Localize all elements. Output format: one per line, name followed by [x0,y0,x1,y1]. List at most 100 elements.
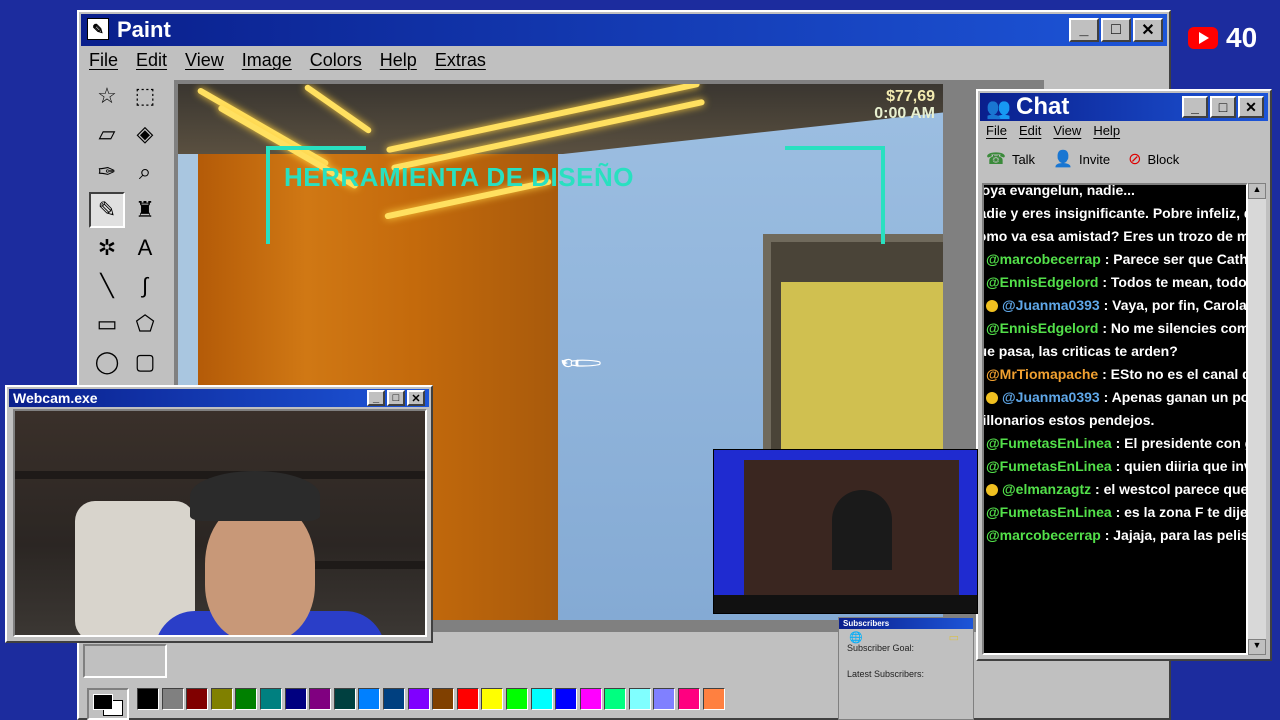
video-person [832,490,892,570]
current-colors[interactable] [87,688,129,720]
palette-swatch[interactable] [358,688,381,710]
stream-video-overlay [713,449,978,614]
scroll-up-icon[interactable]: ▲ [1248,183,1266,199]
palette-swatch[interactable] [210,688,233,710]
chat-username[interactable]: @FumetasEnLinea [986,435,1112,451]
menu-image[interactable]: Image [242,50,292,71]
palette-swatch[interactable] [702,688,725,710]
person-cap [190,471,320,521]
chat-message: @MrTiomapache : ESto no es el canal de D… [984,363,1246,386]
webcam-maximize-button[interactable]: □ [387,390,405,406]
chat-maximize-button[interactable]: □ [1210,96,1236,118]
minimize-button[interactable]: _ [1069,18,1099,42]
webcam-title: Webcam.exe [13,390,98,406]
scroll-down-icon[interactable]: ▼ [1248,639,1266,655]
palette-swatch[interactable] [481,688,504,710]
palette-swatch[interactable] [530,688,553,710]
fill-bucket-icon[interactable]: ◈ [127,116,163,152]
chat-text: como va esa amistad? Eres un trozo de mi… [984,228,1246,244]
webcam-titlebar[interactable]: Webcam.exe _ □ ✕ [9,389,429,407]
invite-button[interactable]: 👤 Invite [1053,149,1110,169]
palette-swatch[interactable] [678,688,701,710]
palette-swatch[interactable] [259,688,282,710]
palette-swatch[interactable] [555,688,578,710]
folder-icon: ▭ [948,632,959,644]
brush-icon[interactable]: ♜ [127,192,163,228]
line-icon[interactable]: ╲ [89,268,125,304]
chat-minimize-button[interactable]: _ [1182,96,1208,118]
ellipse-icon[interactable]: ◯ [89,344,125,380]
palette-swatch[interactable] [284,688,307,710]
chat-username[interactable]: @Juanma0393 [1002,297,1100,313]
message-list: ...oya evangelun, nadie... nadie y eres i… [984,185,1246,547]
chat-titlebar[interactable]: 👥 Chat _ □ ✕ [980,93,1268,121]
chat-text: : El presidente con gorra [1115,435,1246,451]
pencil-icon[interactable]: ✎ [89,192,125,228]
eyedropper-icon[interactable]: ✑ [89,154,125,190]
webcam-close-button[interactable]: ✕ [407,390,425,406]
chat-username[interactable]: @MrTiomapache [986,366,1098,382]
invite-icon: 👤 [1053,151,1073,168]
palette-swatch[interactable] [653,688,676,710]
rectangle-icon[interactable]: ▭ [89,306,125,342]
airbrush-icon[interactable]: ✲ [89,230,125,266]
palette-swatch[interactable] [161,688,184,710]
palette-swatch[interactable] [628,688,651,710]
palette-swatch[interactable] [235,688,258,710]
maximize-button[interactable]: □ [1101,18,1131,42]
chat-menu-help[interactable]: Help [1093,123,1120,138]
webcam-minimize-button[interactable]: _ [367,390,385,406]
chat-username[interactable]: @marcobecerrap [986,527,1101,543]
palette-swatch[interactable] [456,688,479,710]
eraser-icon[interactable]: ▱ [89,116,125,152]
chat-messages[interactable]: ...oya evangelun, nadie... nadie y eres i… [982,183,1248,655]
polygon-icon[interactable]: ⬠ [127,306,163,342]
talk-button[interactable]: ☎ Talk [986,149,1035,169]
chat-username[interactable]: @FumetasEnLinea [986,458,1112,474]
palette-swatch[interactable] [309,688,332,710]
menu-extras[interactable]: Extras [435,50,486,71]
palette-swatch[interactable] [186,688,209,710]
palette-swatch[interactable] [579,688,602,710]
chat-menu-edit[interactable]: Edit [1019,123,1041,138]
curve-icon[interactable]: ∫ [127,268,163,304]
rect-select-icon[interactable]: ⬚ [127,78,163,114]
chat-close-button[interactable]: ✕ [1238,96,1264,118]
member-badge-icon [986,300,998,313]
chat-scrollbar[interactable]: ▲ ▼ [1248,183,1266,655]
close-button[interactable]: ✕ [1133,18,1163,42]
palette-swatch[interactable] [432,688,455,710]
text-icon[interactable]: A [127,230,163,266]
paint-titlebar[interactable]: ✎ Paint _ □ ✕ [81,14,1167,46]
menu-colors[interactable]: Colors [310,50,362,71]
chat-username[interactable]: @EnnisEdgelord [986,320,1098,336]
chat-message: @elmanzagtz : el westcol parece que se p [984,478,1246,501]
palette-swatch[interactable] [407,688,430,710]
chat-message: nadie y eres insignificante. Pobre infel… [984,202,1246,225]
magnifier-icon[interactable]: ⌕ [127,154,163,190]
chat-username[interactable]: @Juanma0393 [1002,389,1100,405]
rounded-rect-icon[interactable]: ▢ [127,344,163,380]
palette-swatch[interactable] [505,688,528,710]
chat-menu-view[interactable]: View [1053,123,1081,138]
menu-view[interactable]: View [185,50,224,71]
palette-swatch[interactable] [333,688,356,710]
chat-username[interactable]: @marcobecerrap [986,251,1101,267]
chat-username[interactable]: @elmanzagtz [1002,481,1091,497]
block-button[interactable]: ⊘ Block [1128,149,1179,169]
palette-swatch[interactable] [604,688,627,710]
chat-menu-file[interactable]: File [986,123,1007,138]
chat-username[interactable]: @FumetasEnLinea [986,504,1112,520]
youtube-viewer-count: 40 [1188,22,1257,54]
menu-help[interactable]: Help [380,50,417,71]
menu-file[interactable]: File [89,50,118,71]
free-select-icon[interactable]: ☆ [89,78,125,114]
chat-message: ...oya evangelun, nadie... [984,185,1246,202]
palette-swatch[interactable] [382,688,405,710]
palette-swatch[interactable] [137,688,159,710]
globe-icon: 🌐 [849,632,863,644]
chat-username[interactable]: @EnnisEdgelord [986,274,1098,290]
subscribers-title: Subscribers [839,618,973,629]
chat-text: nadie y eres insignificante. Pobre infel… [984,205,1246,221]
menu-edit[interactable]: Edit [136,50,167,71]
